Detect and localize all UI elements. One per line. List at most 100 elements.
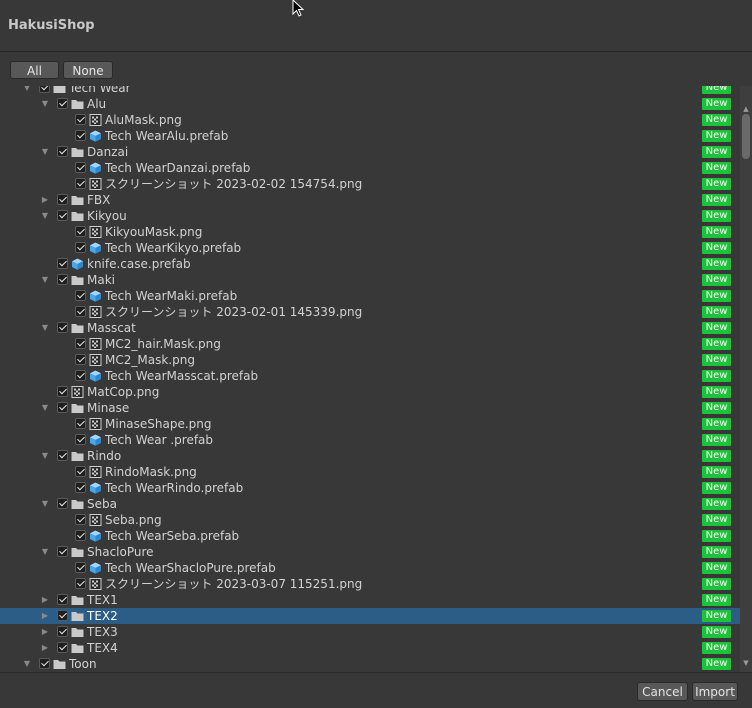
item-checkbox[interactable] (75, 114, 86, 125)
tree-file-row[interactable]: RindoMask.png New (0, 464, 740, 480)
expand-down-icon[interactable]: ▼ (22, 86, 32, 96)
tree-file-row[interactable]: Tech WearKikyo.prefab New (0, 240, 740, 256)
item-checkbox[interactable] (57, 258, 68, 269)
item-checkbox[interactable] (75, 562, 86, 573)
import-button[interactable]: Import (692, 682, 738, 701)
item-checkbox[interactable] (75, 434, 86, 445)
expand-down-icon[interactable]: ▼ (40, 400, 50, 416)
item-checkbox[interactable] (57, 210, 68, 221)
item-checkbox[interactable] (57, 386, 68, 397)
item-checkbox[interactable] (75, 418, 86, 429)
tree-file-row[interactable]: KikyouMask.png New (0, 224, 740, 240)
expand-down-icon[interactable]: ▼ (40, 320, 50, 336)
expand-down-icon[interactable]: ▼ (40, 144, 50, 160)
tree-folder-row[interactable]: ▼ Kikyou New (0, 208, 740, 224)
scroll-down-icon[interactable]: ▼ (740, 658, 752, 668)
item-checkbox[interactable] (75, 338, 86, 349)
tree-file-row[interactable]: MatCop.png New (0, 384, 740, 400)
item-checkbox[interactable] (57, 194, 68, 205)
tree-folder-row[interactable]: ▼ Masscat New (0, 320, 740, 336)
tree-file-row[interactable]: Tech WearSeba.prefab New (0, 528, 740, 544)
tree-file-row[interactable]: Tech Wear .prefab New (0, 432, 740, 448)
tree-file-row[interactable]: Tech WearDanzai.prefab New (0, 160, 740, 176)
item-checkbox[interactable] (75, 466, 86, 477)
item-checkbox[interactable] (75, 354, 86, 365)
item-checkbox[interactable] (75, 242, 86, 253)
item-checkbox[interactable] (75, 482, 86, 493)
item-checkbox[interactable] (57, 498, 68, 509)
item-checkbox[interactable] (57, 402, 68, 413)
item-checkbox[interactable] (57, 546, 68, 557)
tree-folder-row[interactable]: ▼ Rindo New (0, 448, 740, 464)
item-checkbox[interactable] (57, 594, 68, 605)
expand-right-icon[interactable]: ▶ (40, 640, 50, 656)
tree-file-row[interactable]: Tech WearMasscat.prefab New (0, 368, 740, 384)
tree-file-row[interactable]: Seba.png New (0, 512, 740, 528)
tree-scrollbar[interactable]: ▲ ▼ (740, 86, 752, 672)
tree-file-row[interactable]: Tech WearAlu.prefab New (0, 128, 740, 144)
tree-folder-row[interactable]: ▼ Seba New (0, 496, 740, 512)
tree-file-row[interactable]: knife.case.prefab New (0, 256, 740, 272)
expand-down-icon[interactable]: ▼ (40, 96, 50, 112)
tree-file-row[interactable]: Tech WearShacloPure.prefab New (0, 560, 740, 576)
item-checkbox[interactable] (75, 130, 86, 141)
tree-file-row[interactable]: スクリーンショット 2023-02-01 145339.png New (0, 304, 740, 320)
item-checkbox[interactable] (39, 86, 50, 93)
tree-file-row[interactable]: Tech WearRindo.prefab New (0, 480, 740, 496)
item-label: スクリーンショット 2023-03-07 115251.png (105, 577, 363, 591)
item-checkbox[interactable] (75, 178, 86, 189)
expand-down-icon[interactable]: ▼ (22, 656, 32, 672)
expand-down-icon[interactable]: ▼ (40, 496, 50, 512)
select-all-button[interactable]: All (10, 61, 59, 79)
item-checkbox[interactable] (75, 370, 86, 381)
item-checkbox[interactable] (75, 290, 86, 301)
item-checkbox[interactable] (75, 530, 86, 541)
tree-file-row[interactable]: Tech WearMaki.prefab New (0, 288, 740, 304)
tree-file-row[interactable]: スクリーンショット 2023-02-02 154754.png New (0, 176, 740, 192)
scroll-thumb[interactable] (742, 114, 750, 159)
item-checkbox[interactable] (57, 626, 68, 637)
tree-folder-row[interactable]: ▶ TEX1 New (0, 592, 740, 608)
tree-folder-row[interactable]: ▼ ShacloPure New (0, 544, 740, 560)
tree-file-row[interactable]: AluMask.png New (0, 112, 740, 128)
tree-file-row[interactable]: MC2_hair.Mask.png New (0, 336, 740, 352)
item-checkbox[interactable] (75, 514, 86, 525)
tree-folder-row[interactable]: ▼ Tech Wear New (0, 86, 740, 96)
item-checkbox[interactable] (57, 322, 68, 333)
item-checkbox[interactable] (75, 162, 86, 173)
tree-folder-row[interactable]: ▼ Toon New (0, 656, 740, 672)
cancel-button[interactable]: Cancel (637, 682, 688, 701)
item-checkbox[interactable] (57, 642, 68, 653)
tree-folder-row[interactable]: ▼ Danzai New (0, 144, 740, 160)
tree-folder-row[interactable]: ▶ TEX3 New (0, 624, 740, 640)
expand-down-icon[interactable]: ▼ (40, 272, 50, 288)
item-checkbox[interactable] (75, 306, 86, 317)
item-checkbox[interactable] (75, 226, 86, 237)
item-checkbox[interactable] (39, 658, 50, 669)
expand-down-icon[interactable]: ▼ (40, 448, 50, 464)
select-none-button[interactable]: None (63, 61, 113, 79)
tree-file-row[interactable]: MC2_Mask.png New (0, 352, 740, 368)
tree-file-row[interactable]: スクリーンショット 2023-03-07 115251.png New (0, 576, 740, 592)
item-checkbox[interactable] (57, 274, 68, 285)
tree-folder-row[interactable]: ▼ Minase New (0, 400, 740, 416)
tree-folder-row[interactable]: ▼ Alu New (0, 96, 740, 112)
tree-folder-row[interactable]: ▼ Maki New (0, 272, 740, 288)
texture-png-icon (89, 578, 102, 590)
tree-file-row[interactable]: MinaseShape.png New (0, 416, 740, 432)
item-checkbox[interactable] (57, 610, 68, 621)
expand-down-icon[interactable]: ▼ (40, 208, 50, 224)
expand-down-icon[interactable]: ▼ (40, 544, 50, 560)
expand-right-icon[interactable]: ▶ (40, 608, 50, 624)
expand-right-icon[interactable]: ▶ (40, 192, 50, 208)
expand-right-icon[interactable]: ▶ (40, 624, 50, 640)
item-checkbox[interactable] (57, 146, 68, 157)
tree-folder-row[interactable]: ▶ FBX New (0, 192, 740, 208)
expand-right-icon[interactable]: ▶ (40, 592, 50, 608)
tree-folder-row[interactable]: ▶ TEX4 New (0, 640, 740, 656)
scroll-up-icon[interactable]: ▲ (740, 104, 752, 114)
item-checkbox[interactable] (75, 578, 86, 589)
item-checkbox[interactable] (57, 98, 68, 109)
tree-folder-row[interactable]: ▶ TEX2 New (0, 608, 740, 624)
item-checkbox[interactable] (57, 450, 68, 461)
